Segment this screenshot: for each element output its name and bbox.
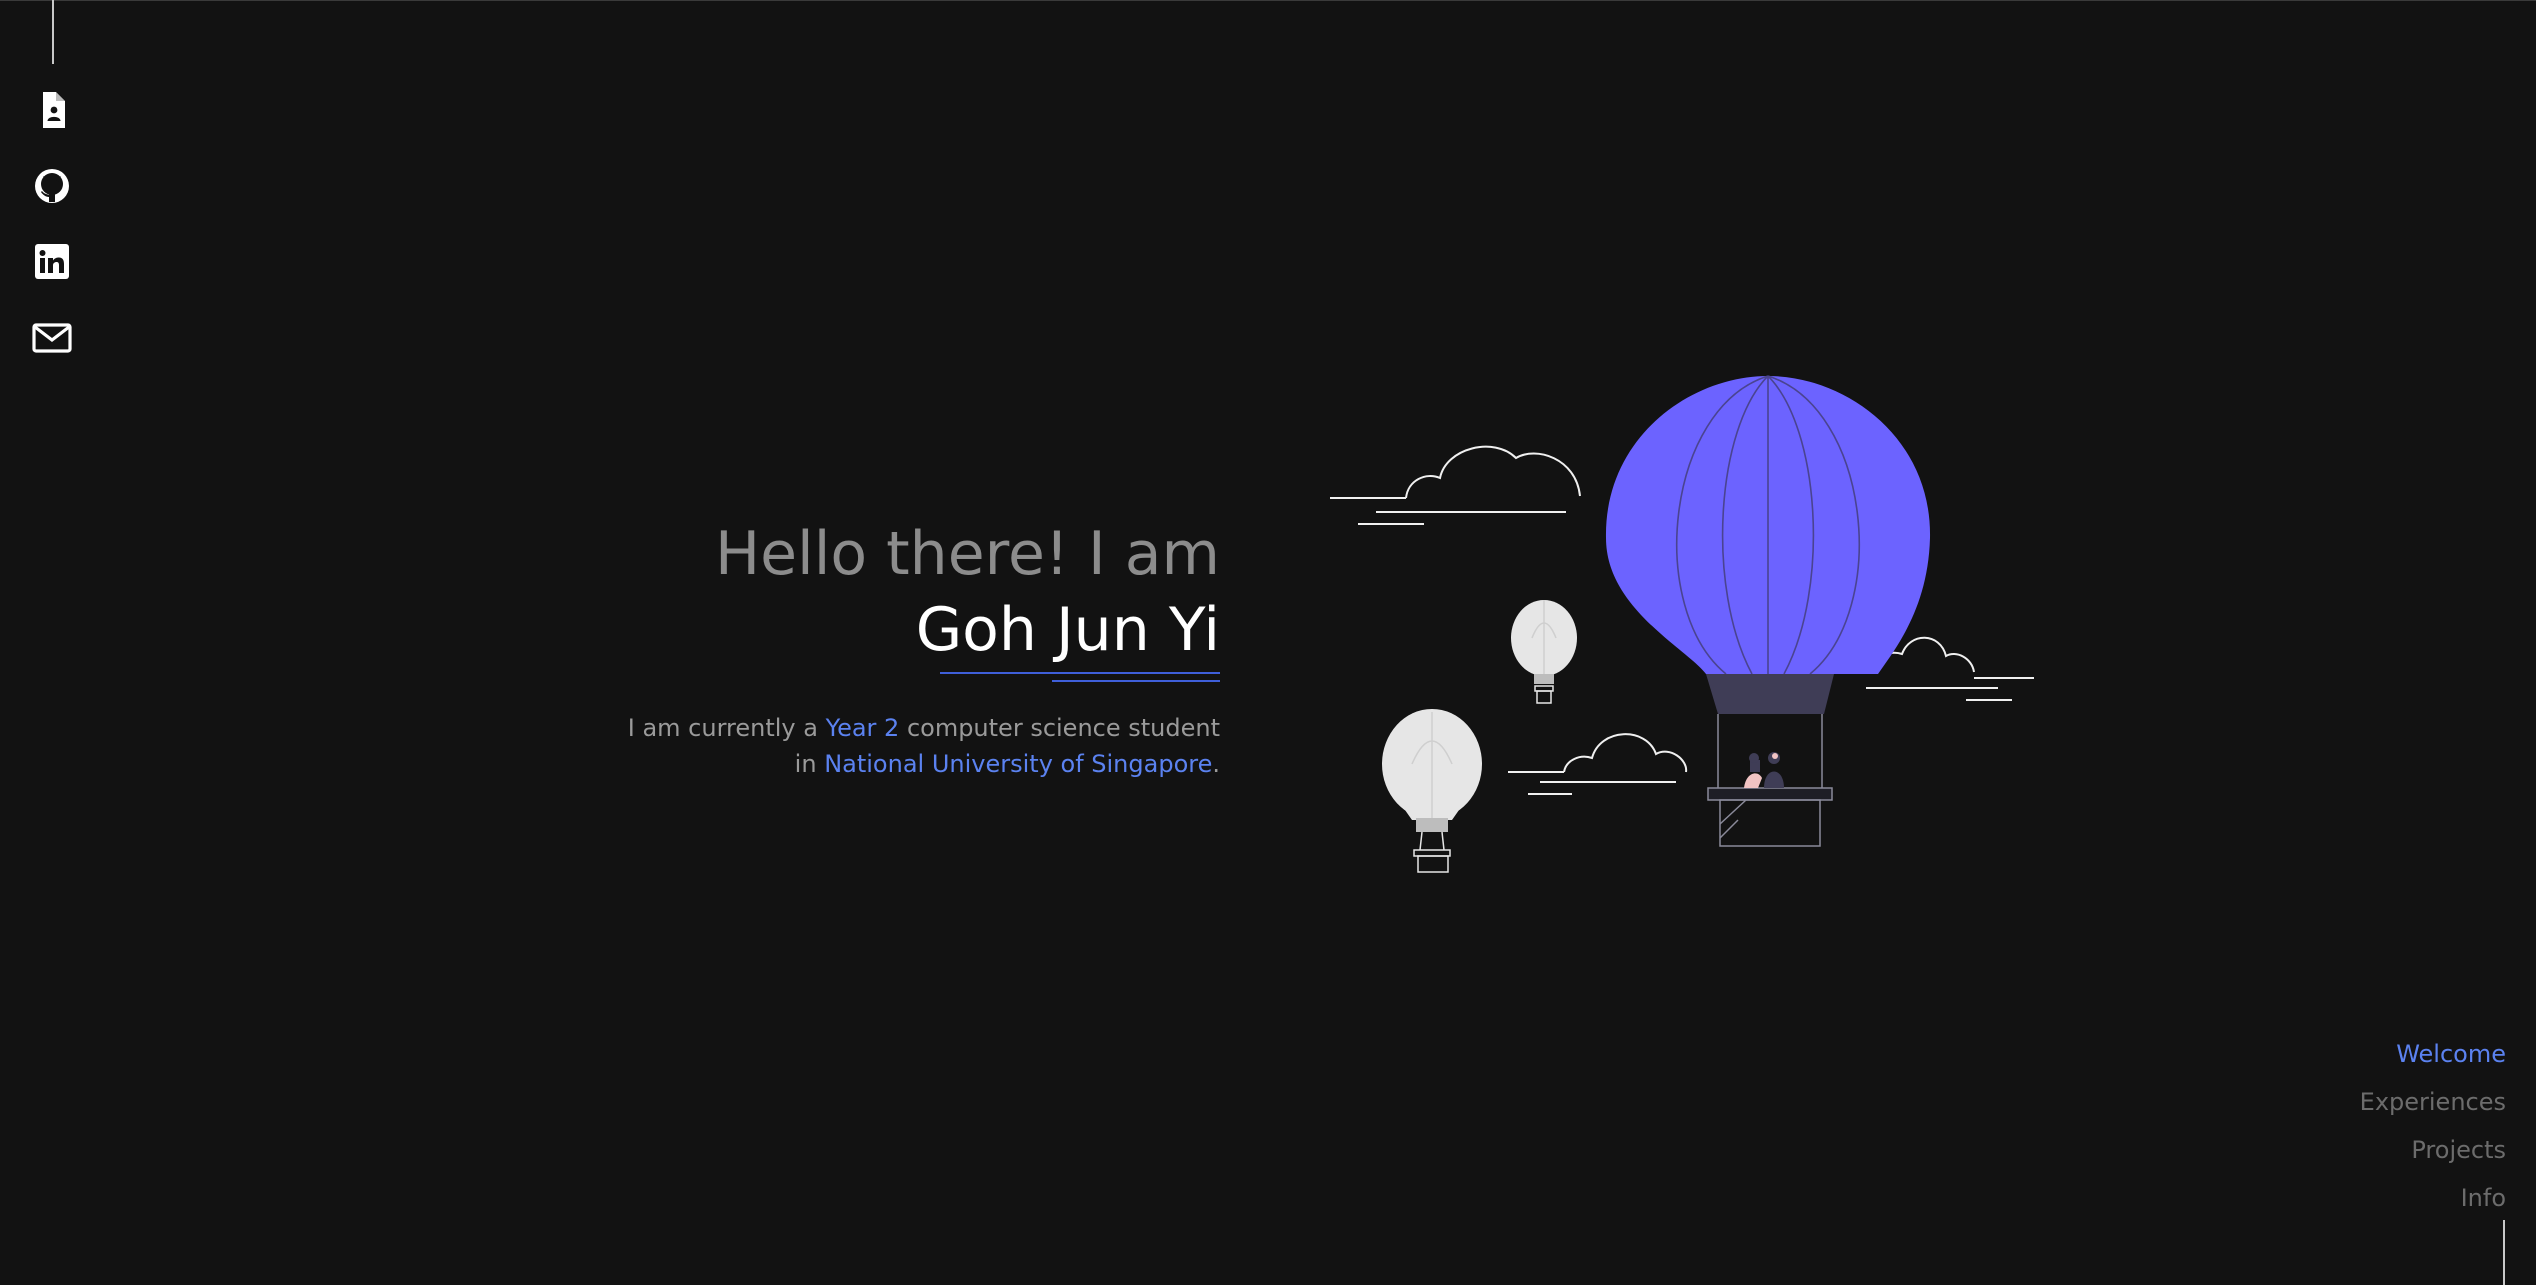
year-highlight: Year 2	[825, 714, 900, 742]
hero-section: Hello there! I am Goh Jun Yi I am curren…	[500, 518, 1220, 806]
small-balloon	[1511, 600, 1577, 704]
github-icon	[35, 169, 69, 203]
resume-link[interactable]	[30, 92, 74, 128]
hot-air-balloon-illustration	[1330, 375, 2034, 873]
social-links	[30, 92, 74, 356]
underline-long	[940, 672, 1220, 674]
medium-balloon	[1382, 709, 1482, 873]
big-balloon	[1605, 375, 1931, 847]
email-link[interactable]	[30, 320, 74, 356]
github-link[interactable]	[30, 168, 74, 204]
linkedin-icon	[35, 244, 69, 279]
nav-welcome[interactable]: Welcome	[2360, 1030, 2506, 1078]
nav-rail-line	[2503, 1220, 2505, 1285]
resume-document-icon	[43, 92, 65, 128]
cloud-top-left	[1330, 445, 1581, 525]
name-heading: Goh Jun Yi	[915, 595, 1220, 665]
nav-experiences[interactable]: Experiences	[2360, 1078, 2506, 1126]
social-rail-line	[52, 0, 54, 64]
section-nav: Welcome Experiences Projects Info	[2360, 1030, 2506, 1222]
intro-text: I am currently a Year 2 computer science…	[500, 710, 1220, 782]
underline-short	[1052, 680, 1220, 682]
top-border	[0, 0, 2536, 1]
intro-middle: computer science student	[899, 714, 1220, 742]
greeting-heading: Hello there! I am	[715, 519, 1220, 589]
linkedin-link[interactable]	[30, 244, 74, 280]
intro-prefix: I am currently a	[627, 714, 826, 742]
university-highlight: National University of Singapore	[824, 750, 1213, 778]
name-underline	[500, 666, 1220, 682]
nav-info[interactable]: Info	[2360, 1174, 2506, 1222]
intro-in: in	[794, 750, 825, 778]
intro-suffix: .	[1212, 750, 1220, 778]
cloud-middle	[1508, 733, 1688, 795]
mail-icon	[32, 323, 72, 353]
nav-projects[interactable]: Projects	[2360, 1126, 2506, 1174]
